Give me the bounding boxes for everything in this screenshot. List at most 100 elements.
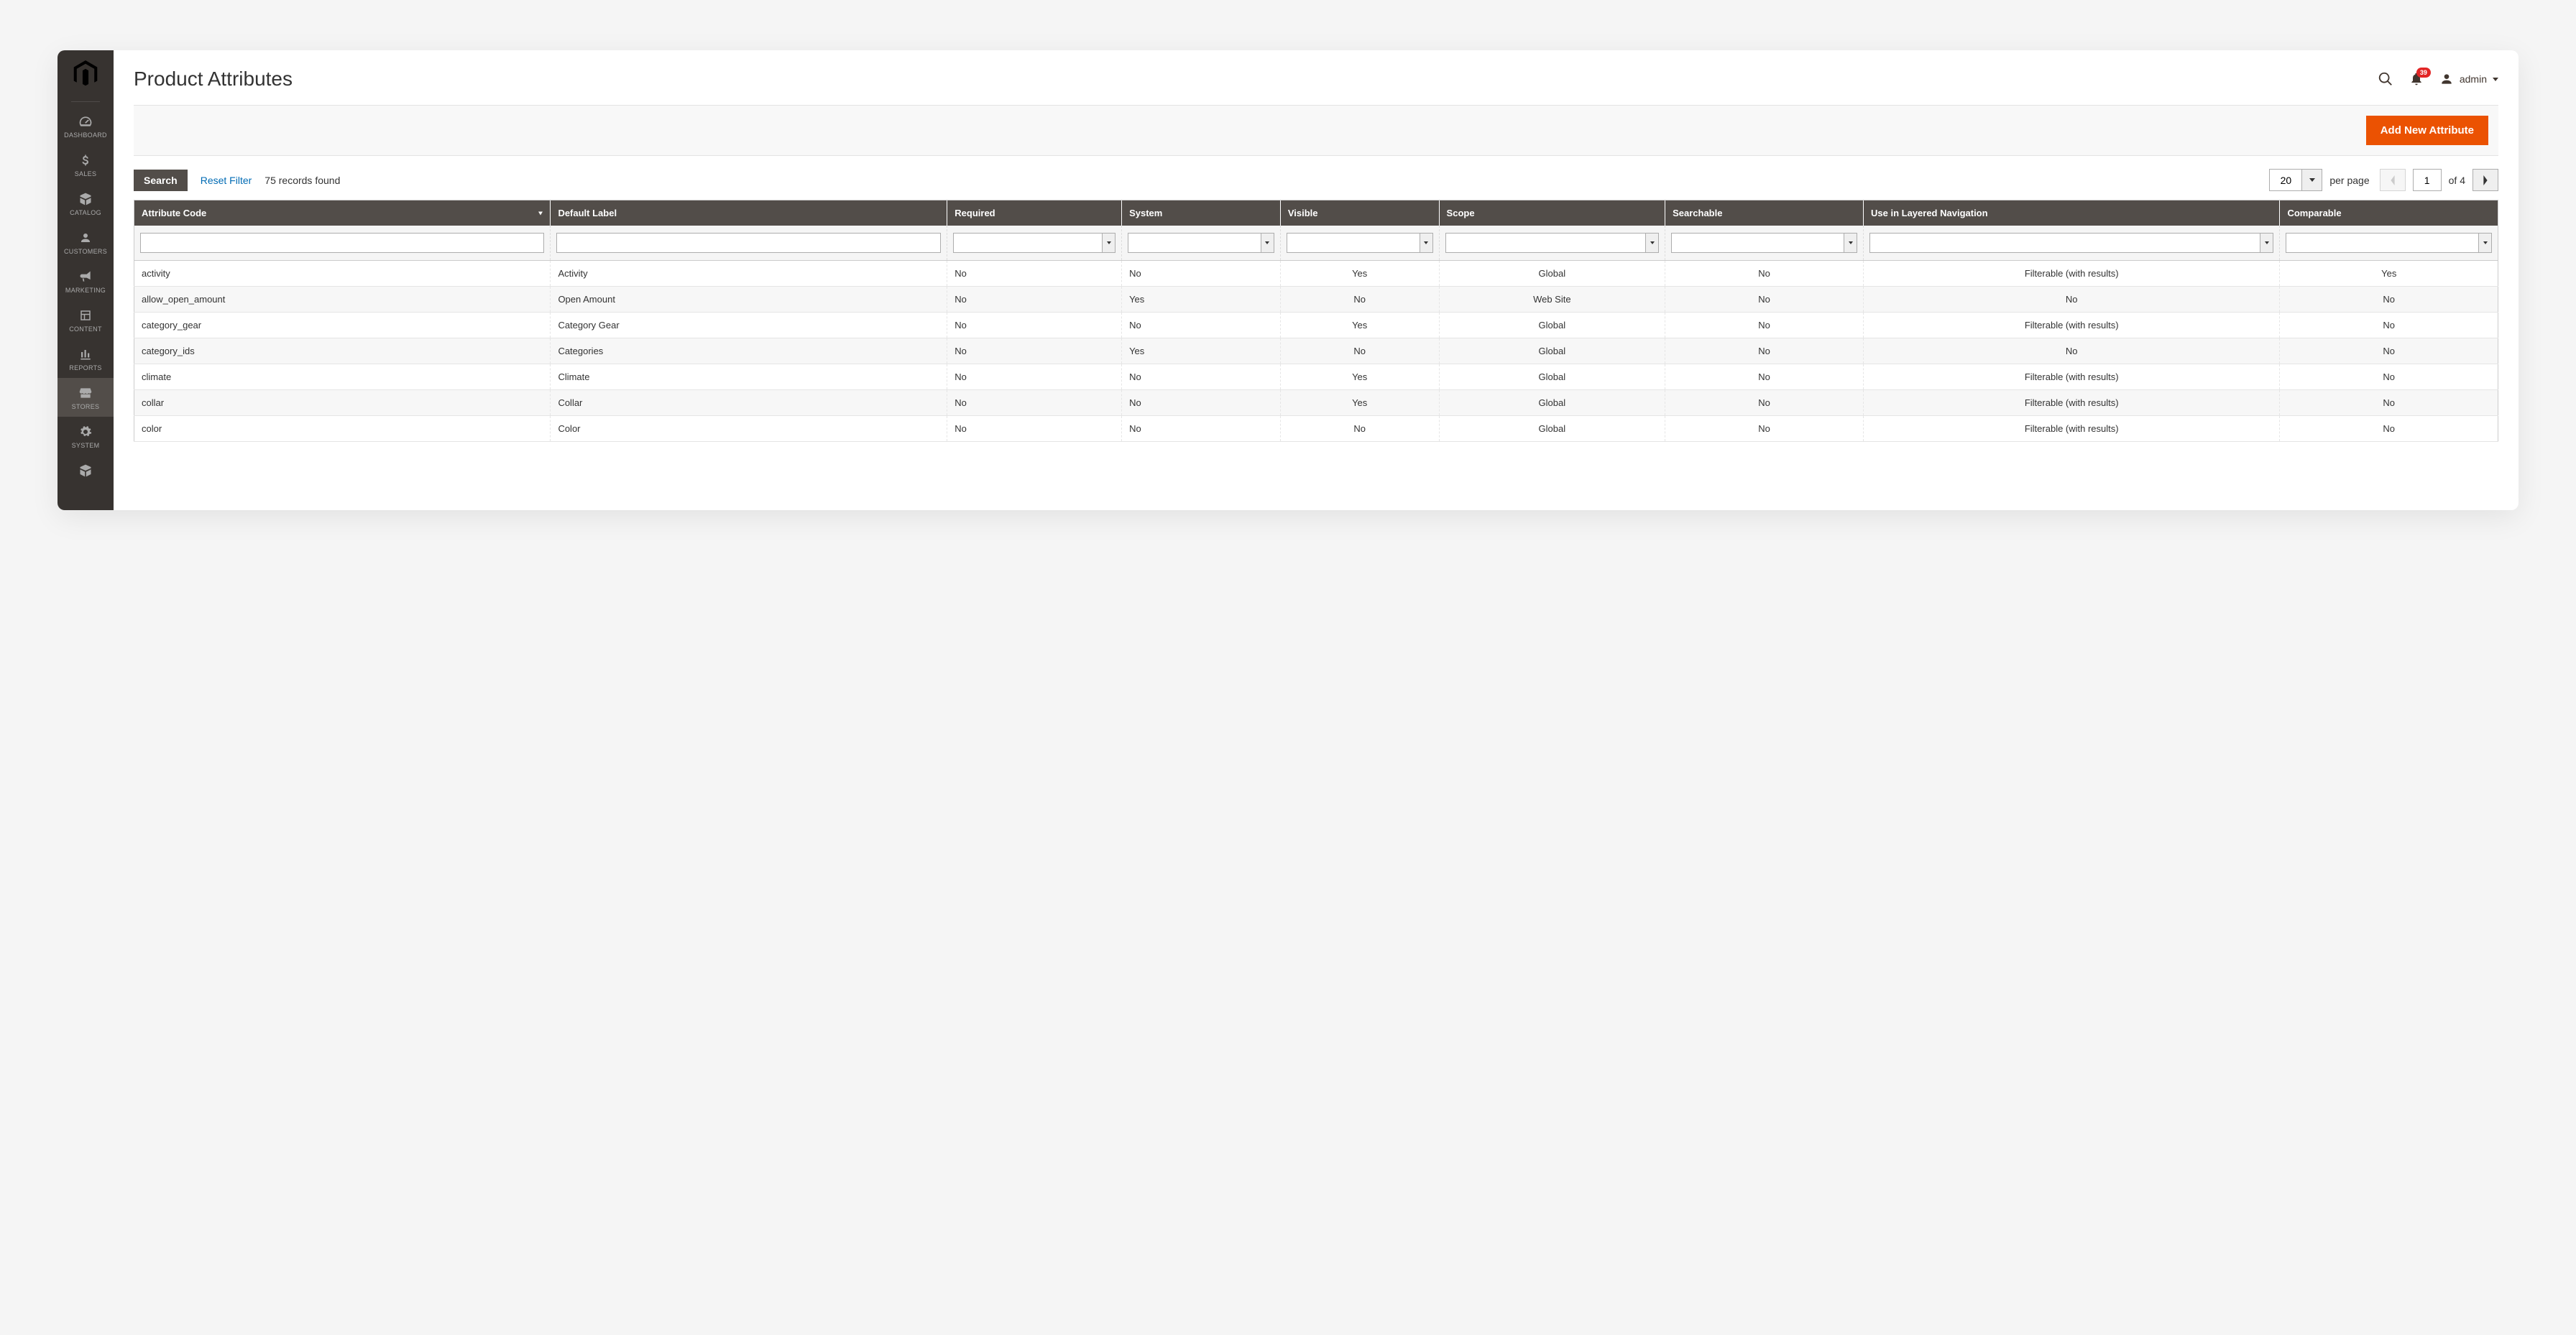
topbar: Product Attributes 39 admin <box>114 50 2518 105</box>
chevron-down-icon <box>1420 234 1432 252</box>
cell-comparable: No <box>2280 416 2498 442</box>
column-header-required[interactable]: Required <box>947 200 1122 226</box>
box-icon <box>78 192 93 206</box>
column-header-comparable[interactable]: Comparable <box>2280 200 2498 226</box>
sidebar-item-content[interactable]: CONTENT <box>58 300 114 339</box>
sidebar-item-stores[interactable]: STORES <box>58 378 114 417</box>
cell-comparable: No <box>2280 313 2498 338</box>
column-header-searchable[interactable]: Searchable <box>1665 200 1864 226</box>
cell-required: No <box>947 313 1122 338</box>
pagination: of 4 <box>2380 169 2498 191</box>
filter-system[interactable] <box>1128 233 1274 253</box>
sidebar-item-marketing[interactable]: MARKETING <box>58 262 114 300</box>
table-row[interactable]: colorColorNoNoNoGlobalNoFilterable (with… <box>134 416 2498 442</box>
sidebar-item-system[interactable]: SYSTEM <box>58 417 114 456</box>
sidebar-item-sales[interactable]: SALES <box>58 145 114 184</box>
cell-visible: No <box>1280 338 1439 364</box>
next-page-button[interactable] <box>2472 169 2498 191</box>
cell-system: No <box>1122 313 1281 338</box>
per-page-label: per page <box>2329 175 2369 186</box>
cell-scope: Global <box>1439 390 1665 416</box>
filter-visible[interactable] <box>1287 233 1433 253</box>
notifications-icon[interactable]: 39 <box>2409 72 2424 86</box>
filter-scope[interactable] <box>1445 233 1660 253</box>
cell-layered: Filterable (with results) <box>1864 364 2280 390</box>
cell-required: No <box>947 338 1122 364</box>
bar-chart-icon <box>78 347 93 361</box>
filter-attribute-code[interactable] <box>140 233 544 253</box>
cell-layered: Filterable (with results) <box>1864 313 2280 338</box>
grid-controls: Search Reset Filter 75 records found per… <box>114 156 2518 200</box>
cell-code: color <box>134 416 551 442</box>
search-icon[interactable] <box>2378 71 2393 87</box>
chevron-down-icon <box>2478 234 2491 252</box>
sidebar-item-dashboard[interactable]: DASHBOARD <box>58 106 114 145</box>
search-button[interactable]: Search <box>134 170 188 191</box>
cell-label: Color <box>551 416 947 442</box>
cell-visible: No <box>1280 287 1439 313</box>
cell-searchable: No <box>1665 261 1864 287</box>
cell-searchable: No <box>1665 364 1864 390</box>
cell-visible: Yes <box>1280 261 1439 287</box>
sidebar-item-customers[interactable]: CUSTOMERS <box>58 223 114 262</box>
controls-right: per page of 4 <box>2269 169 2498 191</box>
cell-system: No <box>1122 390 1281 416</box>
table-row[interactable]: allow_open_amountOpen AmountNoYesNoWeb S… <box>134 287 2498 313</box>
column-header-scope[interactable]: Scope <box>1439 200 1665 226</box>
cell-comparable: No <box>2280 364 2498 390</box>
column-header-default-label[interactable]: Default Label <box>551 200 947 226</box>
page-number-input[interactable] <box>2413 169 2442 191</box>
chevron-down-icon[interactable] <box>2301 170 2322 190</box>
filter-searchable[interactable] <box>1671 233 1857 253</box>
person-icon <box>78 231 93 245</box>
gauge-icon <box>78 114 93 129</box>
table-row[interactable]: category_gearCategory GearNoNoYesGlobalN… <box>134 313 2498 338</box>
admin-window: DASHBOARD SALES CATALOG CUSTOMERS MARKET… <box>58 50 2518 510</box>
action-bar: Add New Attribute <box>134 105 2498 156</box>
table-row[interactable]: activityActivityNoNoYesGlobalNoFilterabl… <box>134 261 2498 287</box>
add-new-attribute-button[interactable]: Add New Attribute <box>2366 116 2488 145</box>
sidebar-item-label: DASHBOARD <box>64 131 107 139</box>
cell-comparable: Yes <box>2280 261 2498 287</box>
column-header-attribute-code[interactable]: Attribute Code <box>134 200 551 226</box>
cell-label: Climate <box>551 364 947 390</box>
sidebar-item-partners[interactable] <box>58 456 114 487</box>
cell-visible: Yes <box>1280 364 1439 390</box>
column-header-system[interactable]: System <box>1122 200 1281 226</box>
filter-layered-nav[interactable] <box>1869 233 2273 253</box>
grid-table: Attribute Code Default Label Required Sy… <box>114 200 2518 442</box>
cell-searchable: No <box>1665 390 1864 416</box>
page-size-select[interactable] <box>2269 169 2322 191</box>
cell-label: Collar <box>551 390 947 416</box>
user-menu[interactable]: admin <box>2439 72 2498 86</box>
cell-visible: Yes <box>1280 313 1439 338</box>
filter-required[interactable] <box>953 233 1116 253</box>
notification-badge: 39 <box>2416 68 2431 78</box>
cell-label: Open Amount <box>551 287 947 313</box>
filter-default-label[interactable] <box>556 233 941 253</box>
cell-scope: Global <box>1439 364 1665 390</box>
table-row[interactable]: climateClimateNoNoYesGlobalNoFilterable … <box>134 364 2498 390</box>
cell-code: collar <box>134 390 551 416</box>
sidebar-item-reports[interactable]: REPORTS <box>58 339 114 378</box>
column-header-visible[interactable]: Visible <box>1280 200 1439 226</box>
sort-desc-icon <box>538 211 543 215</box>
sidebar-item-catalog[interactable]: CATALOG <box>58 184 114 223</box>
cell-scope: Global <box>1439 261 1665 287</box>
page-size-input[interactable] <box>2270 170 2301 190</box>
filter-comparable[interactable] <box>2286 233 2492 253</box>
cell-code: category_ids <box>134 338 551 364</box>
cell-system: Yes <box>1122 287 1281 313</box>
store-icon <box>78 386 93 400</box>
topbar-actions: 39 admin <box>2378 71 2498 87</box>
prev-page-button[interactable] <box>2380 169 2406 191</box>
cell-scope: Web Site <box>1439 287 1665 313</box>
table-row[interactable]: collarCollarNoNoYesGlobalNoFilterable (w… <box>134 390 2498 416</box>
sidebar-item-label: CUSTOMERS <box>64 248 107 255</box>
table-row[interactable]: category_idsCategoriesNoYesNoGlobalNoNoN… <box>134 338 2498 364</box>
cell-required: No <box>947 261 1122 287</box>
column-header-layered-nav[interactable]: Use in Layered Navigation <box>1864 200 2280 226</box>
reset-filter-link[interactable]: Reset Filter <box>201 175 252 186</box>
records-count: 75 records found <box>264 175 340 186</box>
controls-left: Search Reset Filter 75 records found <box>134 170 340 191</box>
